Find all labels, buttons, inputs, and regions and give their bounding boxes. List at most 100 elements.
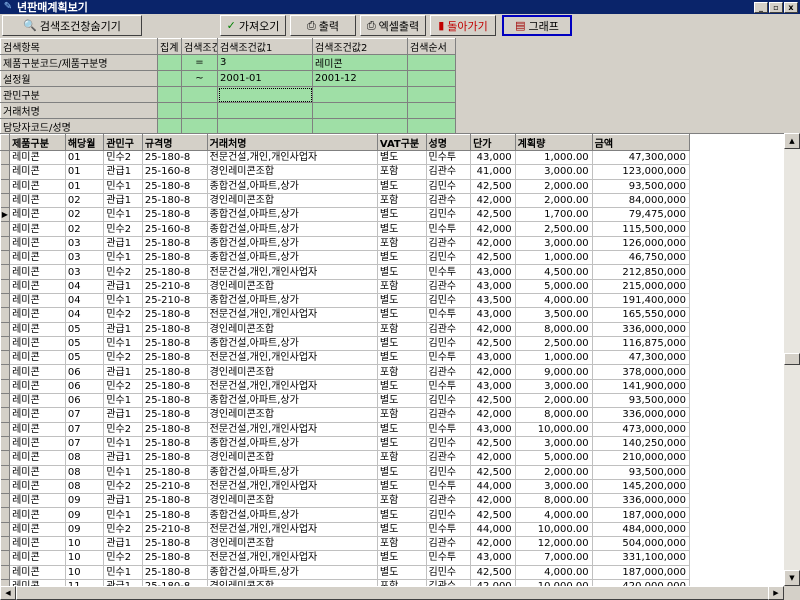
cell-amount[interactable]: 84,000,000 — [592, 193, 691, 209]
cell-month[interactable]: 06 — [65, 379, 105, 395]
cell-customer[interactable]: 전문건설,개인,개인사업자 — [207, 422, 378, 437]
cell-customer[interactable]: 종합건설,아파트,상가 — [207, 236, 378, 252]
cell-customer[interactable]: 종합건설,아파트,상가 — [207, 336, 378, 352]
cell-unit-price[interactable]: 44,000 — [470, 522, 516, 538]
row-indicator[interactable] — [0, 279, 11, 294]
cell-month[interactable]: 09 — [65, 493, 105, 509]
cell-amount[interactable]: 79,475,000 — [592, 207, 691, 223]
toggle-search-conditions-button[interactable]: 🔍 검색조건창숨기기 — [2, 15, 142, 36]
cell-staff-name[interactable]: 김관수 — [426, 536, 472, 552]
table-row[interactable]: 레미콘11관급125-180-8경인레미콘조합포함김관수42,00010,000… — [0, 579, 691, 586]
table-row[interactable]: 레미콘 02 관급1 25-180-8 경인레미콘조합 포함 김관수 42,000 2,000.… — [0, 193, 691, 209]
vertical-scroll-thumb[interactable] — [784, 353, 800, 365]
cell-customer[interactable]: 전문건설,개인,개인사업자 — [207, 550, 378, 566]
cell-customer[interactable]: 종합건설,아파트,상가 — [207, 565, 378, 580]
cell-month[interactable]: 07 — [65, 422, 105, 437]
cell-staff-name[interactable]: 김민수 — [426, 250, 472, 266]
cell-amount[interactable]: 473,000,000 — [592, 422, 691, 437]
cell-product-type[interactable]: 레미콘 — [9, 522, 66, 538]
cell-month[interactable]: 05 — [65, 350, 105, 366]
cell-public-private[interactable]: 관급1 — [103, 493, 143, 509]
condition-value2-cell[interactable]: 2001-12 — [312, 70, 408, 87]
cell-vat-type[interactable]: 포함 — [377, 193, 427, 209]
cell-customer[interactable]: 전문건설,개인,개인사업자 — [207, 379, 378, 395]
cell-customer[interactable]: 전문건설,개인,개인사업자 — [207, 150, 378, 166]
cell-staff-name[interactable]: 김관수 — [426, 279, 472, 294]
cell-customer[interactable]: 종합건설,아파트,상가 — [207, 507, 378, 523]
cell-vat-type[interactable]: 별도 — [377, 550, 427, 566]
cell-product-type[interactable]: 레미콘 — [9, 264, 66, 280]
cell-product-type[interactable]: 레미콘 — [9, 493, 66, 509]
cell-product-type[interactable]: 레미콘 — [9, 364, 66, 380]
table-row[interactable]: 레미콘 06 관급1 25-180-8 경인레미콘조합 포함 김관수 42,000 9,000.… — [0, 364, 691, 380]
table-row[interactable]: 레미콘 10 민수1 25-180-8 종합건설,아파트,상가 별도 김민수 42,500 4,… — [0, 565, 691, 580]
cell-vat-type[interactable]: 별도 — [377, 522, 427, 538]
row-indicator[interactable] — [0, 193, 11, 209]
cell-customer[interactable]: 종합건설,아파트,상가 — [207, 179, 378, 194]
cell-month[interactable]: 09 — [65, 522, 105, 538]
cell-public-private[interactable]: 관급1 — [103, 364, 143, 380]
row-indicator[interactable] — [0, 522, 11, 538]
cell-unit-price[interactable]: 43,000 — [470, 279, 516, 294]
cell-month[interactable]: 11 — [65, 579, 105, 586]
cell-vat-type[interactable]: 포함 — [377, 536, 427, 552]
cell-product-type[interactable]: 레미콘 — [9, 164, 66, 180]
cell-planned-qty[interactable]: 4,000.00 — [515, 507, 593, 523]
cell-unit-price[interactable]: 42,500 — [470, 393, 516, 409]
cell-staff-name[interactable]: 김민수 — [426, 393, 472, 409]
cell-spec[interactable]: 25-180-8 — [142, 350, 208, 366]
cell-customer[interactable]: 경인레미콘조합 — [207, 407, 378, 423]
row-indicator[interactable]: ▶ — [0, 207, 11, 223]
cell-unit-price[interactable]: 43,000 — [470, 422, 516, 437]
cell-month[interactable]: 02 — [65, 193, 105, 209]
cell-amount[interactable]: 115,500,000 — [592, 221, 691, 237]
cell-product-type[interactable]: 레미콘 — [9, 322, 66, 337]
row-indicator[interactable] — [0, 350, 11, 366]
cell-spec[interactable]: 25-210-8 — [142, 479, 208, 495]
cell-vat-type[interactable]: 별도 — [377, 150, 427, 166]
row-indicator[interactable] — [0, 479, 11, 495]
cell-staff-name[interactable]: 민수투 — [426, 350, 472, 366]
cell-unit-price[interactable]: 42,000 — [470, 536, 516, 552]
cell-amount[interactable]: 165,550,000 — [592, 307, 691, 323]
cell-planned-qty[interactable]: 2,000.00 — [515, 179, 593, 194]
cell-vat-type[interactable]: 포함 — [377, 364, 427, 380]
cell-staff-name[interactable]: 김관수 — [426, 193, 472, 209]
table-row[interactable]: 레미콘 10 관급1 25-180-8 경인레미콘조합 포함 김관수 42,000 12,000… — [0, 536, 691, 552]
maximize-button[interactable]: ▫ — [769, 1, 783, 13]
cell-amount[interactable]: 215,000,000 — [592, 279, 691, 294]
cell-month[interactable]: 07 — [65, 407, 105, 423]
cell-staff-name[interactable]: 김민수 — [426, 565, 472, 580]
cell-amount[interactable]: 187,000,000 — [592, 565, 691, 580]
cell-public-private[interactable]: 민수2 — [103, 264, 143, 280]
cell-public-private[interactable]: 민수2 — [103, 350, 143, 366]
row-indicator[interactable] — [0, 322, 11, 337]
cell-staff-name[interactable]: 김관수 — [426, 236, 472, 252]
cell-customer[interactable]: 경인레미콘조합 — [207, 193, 378, 209]
cell-planned-qty[interactable]: 1,000.00 — [515, 250, 593, 266]
cell-unit-price[interactable]: 43,000 — [470, 550, 516, 566]
condition-aggregate-cell[interactable] — [157, 70, 182, 87]
cell-customer[interactable]: 종합건설,아파트,상가 — [207, 465, 378, 480]
cell-public-private[interactable]: 민수1 — [103, 507, 143, 523]
table-row[interactable]: 레미콘 04 민수2 25-180-8 전문건설,개인,개인사업자 별도 민수투 43,000… — [0, 307, 691, 323]
scroll-right-arrow-icon[interactable]: ▶ — [768, 586, 784, 600]
cell-public-private[interactable]: 관급1 — [103, 279, 143, 294]
cell-unit-price[interactable]: 42,000 — [470, 236, 516, 252]
condition-operator-cell[interactable] — [181, 86, 218, 103]
cell-unit-price[interactable]: 42,000 — [470, 579, 516, 586]
horizontal-scroll-thumb[interactable] — [16, 586, 776, 600]
cell-unit-price[interactable]: 42,000 — [470, 221, 516, 237]
cell-planned-qty[interactable]: 7,000.00 — [515, 550, 593, 566]
cell-spec[interactable]: 25-160-8 — [142, 221, 208, 237]
cell-customer[interactable]: 전문건설,개인,개인사업자 — [207, 522, 378, 538]
cell-product-type[interactable]: 레미콘 — [9, 507, 66, 523]
scroll-down-arrow-icon[interactable]: ▼ — [784, 570, 800, 586]
cell-unit-price[interactable]: 42,000 — [470, 450, 516, 466]
cell-amount[interactable]: 378,000,000 — [592, 364, 691, 380]
cell-spec[interactable]: 25-180-8 — [142, 565, 208, 580]
row-indicator[interactable] — [0, 150, 11, 166]
column-header-customer[interactable]: 거래처명 — [206, 134, 378, 151]
cell-vat-type[interactable]: 별도 — [377, 565, 427, 580]
vertical-scrollbar[interactable]: ▲ ▼ — [784, 133, 800, 586]
